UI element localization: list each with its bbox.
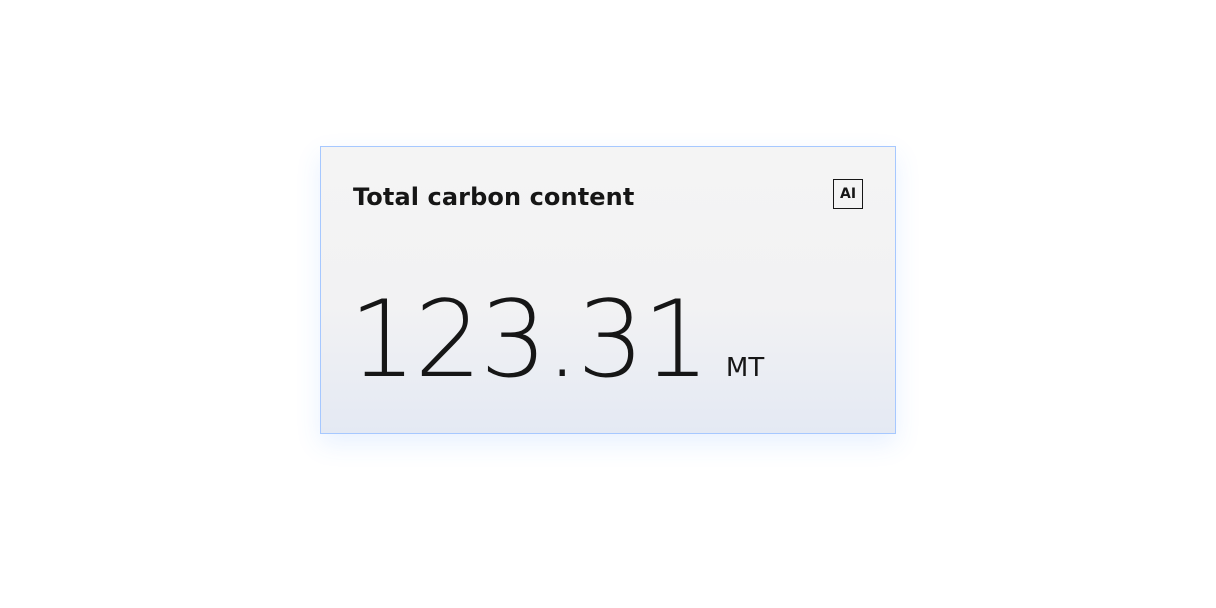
metric-value: 123.31: [349, 278, 710, 401]
metric-unit: MT: [725, 353, 765, 383]
tile-title: Total carbon content: [353, 183, 635, 211]
carbon-content-tile: Total carbon content AI 123.31 MT: [320, 146, 896, 434]
ai-label-button[interactable]: AI: [833, 179, 863, 209]
page-canvas: Total carbon content AI 123.31 MT: [0, 0, 1216, 608]
metric-readout: 123.31 MT: [349, 285, 764, 395]
